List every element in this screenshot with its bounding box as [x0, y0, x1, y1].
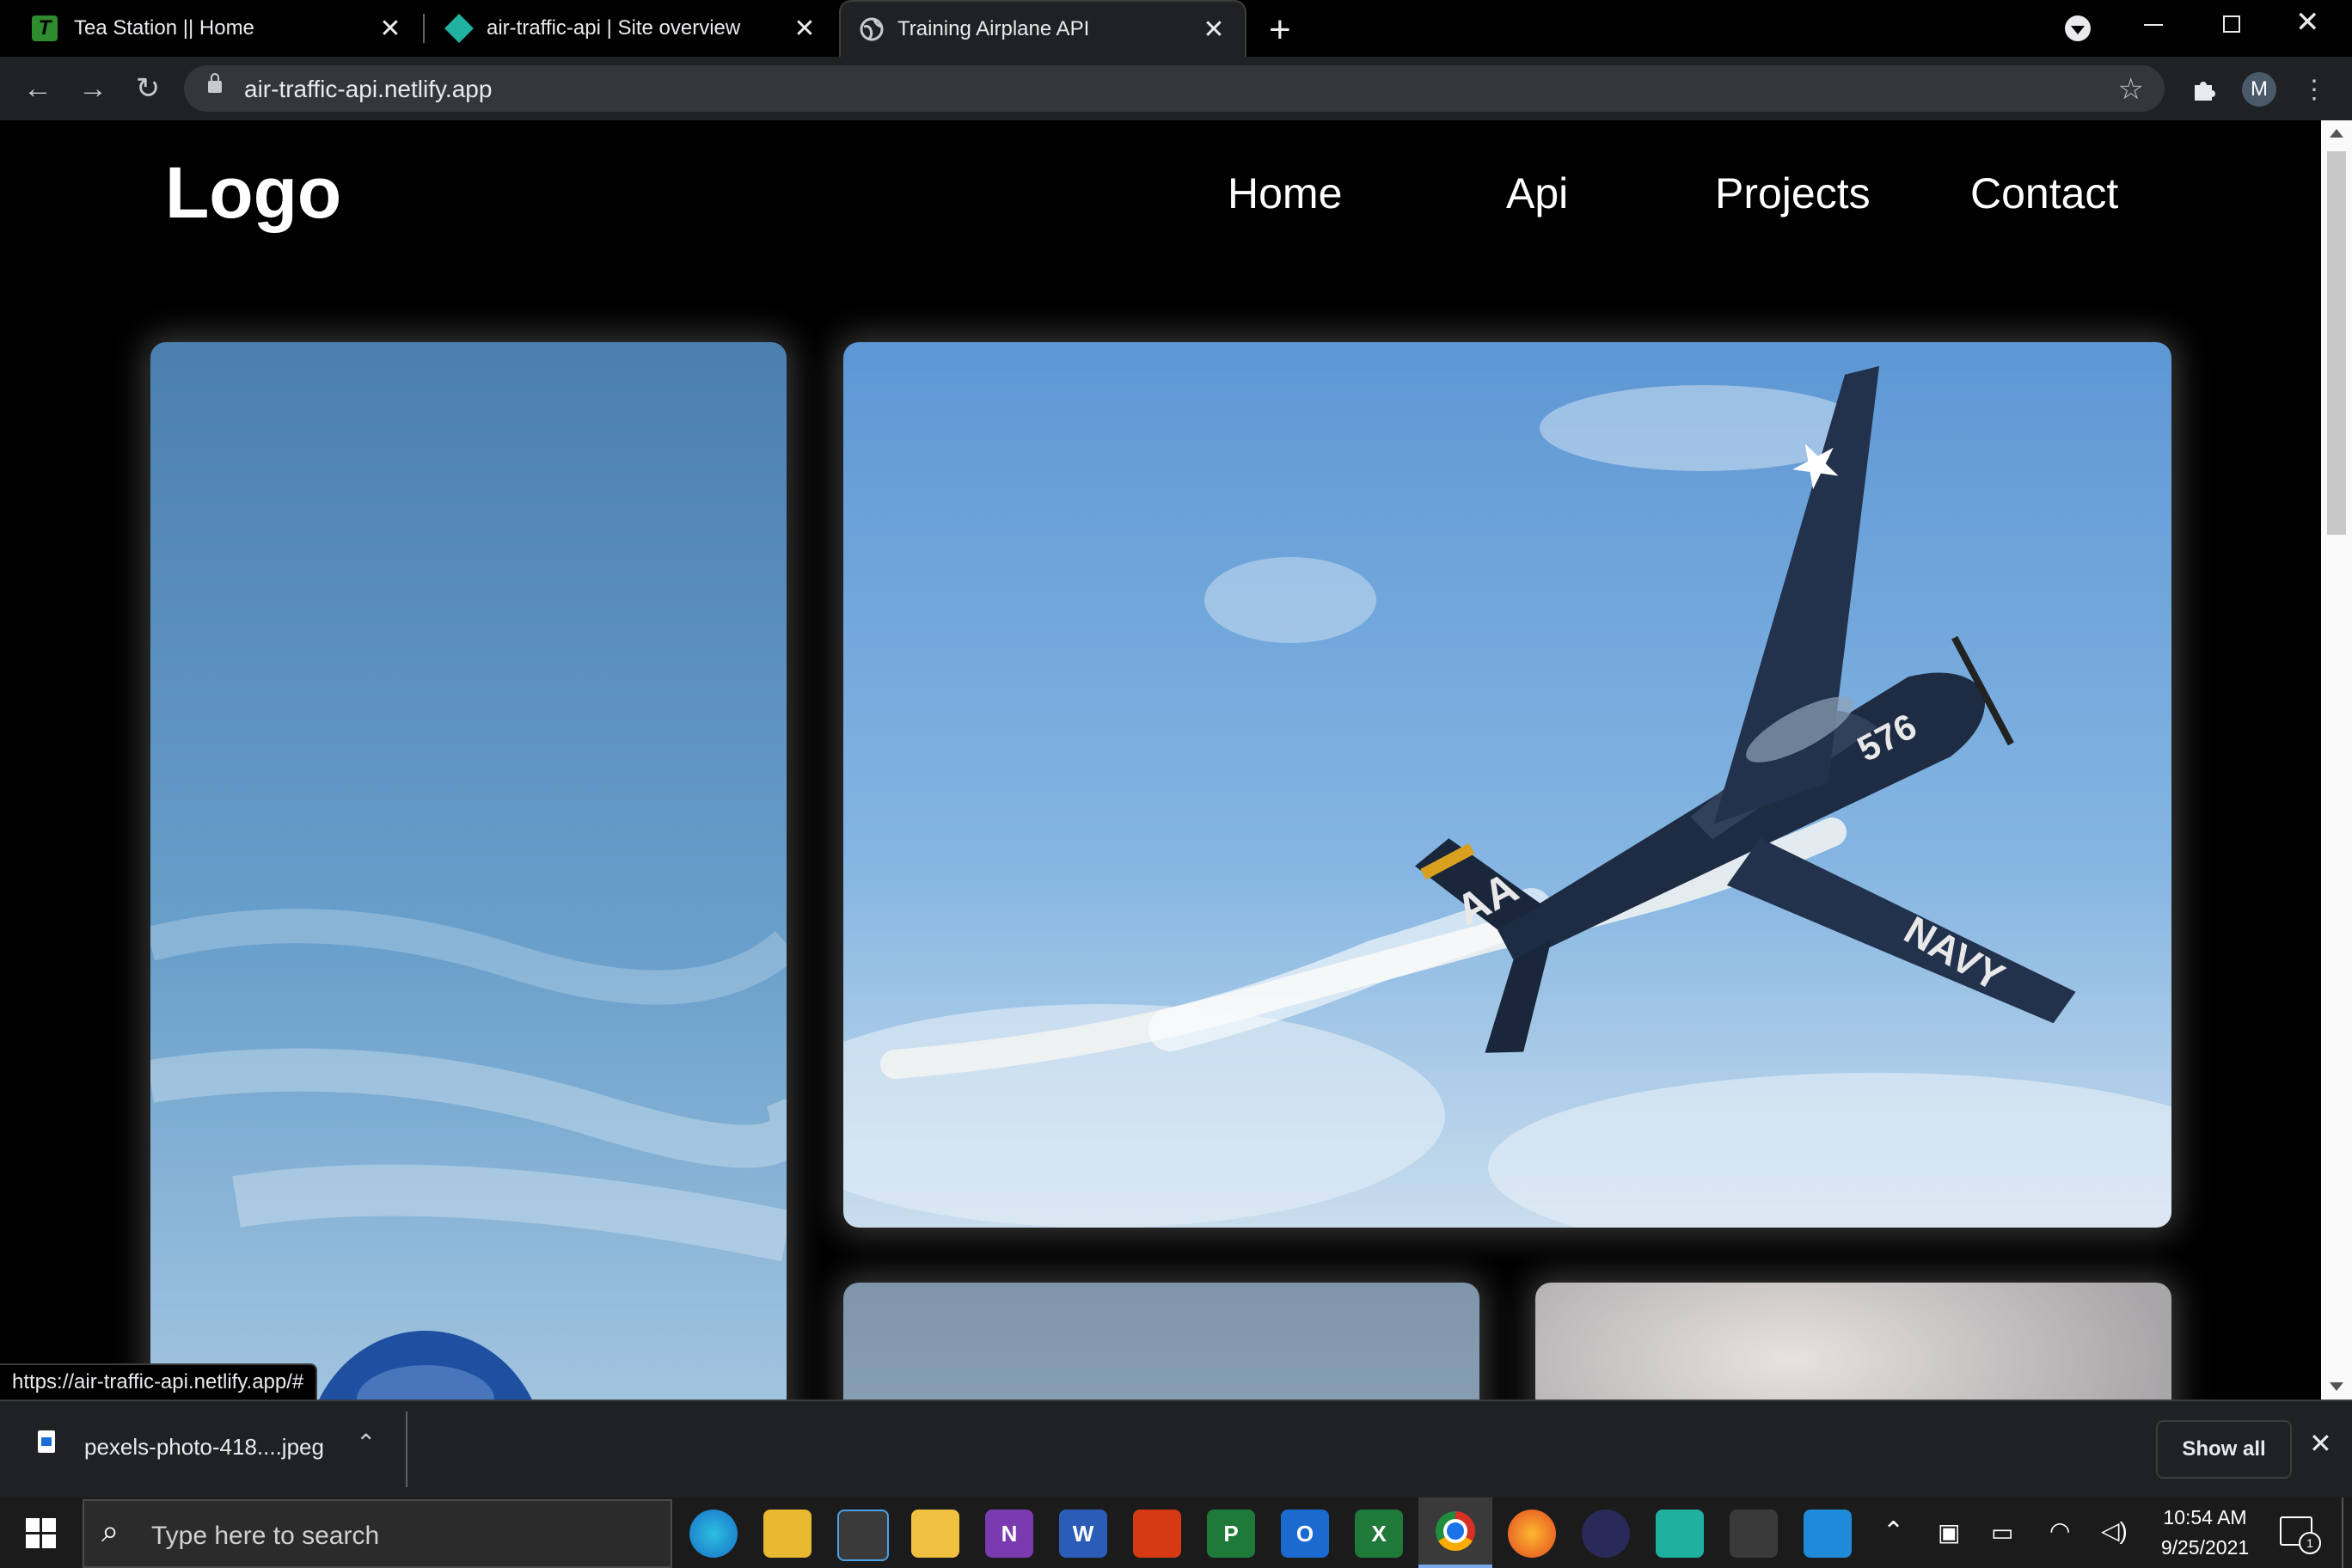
close-tab-icon[interactable]: ✕: [375, 14, 406, 44]
tab-title: Tea Station || Home: [74, 16, 254, 40]
battery-icon[interactable]: ▭: [1991, 1518, 2013, 1547]
browser-toolbar: ← → ↻ air-traffic-api.netlify.app ☆ M ⋮: [0, 57, 2352, 120]
store-icon[interactable]: [837, 1510, 889, 1561]
airplane-card-hero[interactable]: AA 576 NAVY ★: [843, 342, 2171, 1228]
airplane-photo-tall: [150, 342, 787, 1400]
restore-icon[interactable]: [2223, 15, 2240, 33]
page-viewport: Logo Home Api Projects Contact AA 576 NA…: [0, 120, 2321, 1400]
taskbar-search-box[interactable]: ⌕ Type here to search: [83, 1499, 672, 1568]
tab-search-icon[interactable]: [2065, 15, 2091, 41]
url-text: air-traffic-api.netlify.app: [244, 76, 493, 102]
windows-start-icon[interactable]: [26, 1518, 57, 1549]
onenote-icon[interactable]: N: [985, 1510, 1033, 1558]
reload-icon[interactable]: ↻: [127, 68, 168, 109]
downloads-bar: pexels-photo-418....jpeg ⌃ Show all ✕: [0, 1400, 2352, 1499]
globe-favicon: [858, 15, 885, 43]
close-downloads-icon[interactable]: ✕: [2309, 1427, 2332, 1460]
show-all-button[interactable]: Show all: [2156, 1420, 2292, 1479]
airplane-card-bottom-right[interactable]: [1535, 1283, 2171, 1400]
outlook-icon[interactable]: O: [1281, 1510, 1329, 1558]
tab-title: Training Airplane API: [897, 17, 1090, 40]
tab-strip: T Tea Station || Home ✕ air-traffic-api …: [0, 0, 2352, 57]
forward-icon[interactable]: →: [72, 68, 113, 109]
project-icon[interactable]: P: [1207, 1510, 1255, 1558]
chevron-up-icon[interactable]: ⌃: [356, 1429, 376, 1457]
bookmark-star-icon[interactable]: ☆: [2118, 72, 2144, 107]
firefox-icon[interactable]: [1508, 1510, 1556, 1558]
notification-count-badge: 1: [2299, 1532, 2321, 1554]
file-explorer-icon[interactable]: [763, 1510, 812, 1558]
address-bar[interactable]: air-traffic-api.netlify.app ☆: [184, 65, 2165, 112]
menu-kebab-icon[interactable]: ⋮: [2294, 69, 2335, 110]
scroll-up-icon[interactable]: [2330, 129, 2343, 138]
wifi-icon[interactable]: ◠: [2049, 1516, 2070, 1545]
office-icon[interactable]: [1133, 1510, 1181, 1558]
back-icon[interactable]: ←: [17, 68, 58, 109]
lock-icon: [208, 73, 222, 93]
search-icon: ⌕: [101, 1513, 119, 1548]
airplane-card-tall[interactable]: [150, 342, 787, 1400]
close-tab-icon[interactable]: ✕: [789, 14, 820, 44]
close-window-icon[interactable]: ✕: [2295, 5, 2320, 40]
clock[interactable]: 10:54 AM 9/25/2021: [2149, 1506, 2261, 1559]
download-file-name: pexels-photo-418....jpeg: [84, 1434, 324, 1460]
profile-avatar[interactable]: M: [2242, 72, 2276, 107]
tab-training-airplane-api[interactable]: Training Airplane API ✕: [839, 0, 1246, 57]
excel-icon[interactable]: X: [1355, 1510, 1403, 1558]
eclipse-icon[interactable]: [1582, 1510, 1630, 1558]
windows-taskbar: ⌕ Type here to search N W P O X ⌃ ▣ ▭ ◠ …: [0, 1498, 2352, 1568]
chrome-taskbar-button[interactable]: [1418, 1498, 1492, 1568]
snipping-tool-icon[interactable]: [1730, 1510, 1778, 1558]
sticky-notes-icon[interactable]: [911, 1510, 959, 1558]
clock-date: 9/25/2021: [2160, 1536, 2250, 1559]
scroll-down-icon[interactable]: [2330, 1382, 2343, 1391]
nav-contact-link[interactable]: Contact: [1970, 168, 2118, 218]
netlify-favicon: [444, 14, 474, 43]
airplane-card-bottom-left[interactable]: [843, 1283, 1479, 1400]
close-tab-icon[interactable]: ✕: [1198, 15, 1229, 45]
link-status-bubble: https://air-traffic-api.netlify.app/#: [0, 1363, 318, 1403]
show-desktop-button[interactable]: [2342, 1498, 2343, 1568]
page-scrollbar[interactable]: [2321, 120, 2352, 1400]
clock-time: 10:54 AM: [2163, 1506, 2247, 1528]
minimize-icon[interactable]: [2144, 24, 2163, 26]
nav-api-link[interactable]: Api: [1506, 168, 1568, 218]
divider: [406, 1412, 407, 1487]
word-icon[interactable]: W: [1059, 1510, 1107, 1558]
scrollbar-thumb[interactable]: [2327, 151, 2346, 535]
tea-station-favicon: T: [31, 15, 58, 42]
airplane-photo-hero: AA 576 NAVY ★: [843, 342, 2171, 1228]
new-tab-icon[interactable]: +: [1269, 9, 1291, 52]
airplane-photo-bottom-right: [1535, 1283, 2171, 1400]
site-logo[interactable]: Logo: [165, 151, 341, 235]
tab-tea-station[interactable]: T Tea Station || Home ✕: [0, 0, 421, 57]
edge-icon[interactable]: [689, 1510, 738, 1558]
tab-site-overview[interactable]: air-traffic-api | Site overview ✕: [425, 0, 836, 57]
search-placeholder: Type here to search: [151, 1522, 380, 1550]
vscode-icon[interactable]: [1804, 1510, 1852, 1558]
tab-title: air-traffic-api | Site overview: [487, 16, 741, 40]
file-image-icon: [38, 1430, 55, 1453]
sync-app-icon[interactable]: [1656, 1510, 1704, 1558]
download-item[interactable]: pexels-photo-418....jpeg ⌃: [0, 1401, 406, 1498]
airplane-photo-bottom-left: [843, 1283, 1479, 1400]
chrome-icon: [1436, 1511, 1475, 1551]
extensions-icon[interactable]: [2184, 69, 2225, 110]
notifications-icon[interactable]: 1: [2280, 1516, 2321, 1554]
volume-icon[interactable]: ◁): [2101, 1516, 2128, 1545]
show-hidden-icons-chevron[interactable]: ⌃: [1883, 1516, 1904, 1547]
nav-projects-link[interactable]: Projects: [1715, 168, 1871, 218]
nav-home-link[interactable]: Home: [1228, 168, 1342, 218]
security-icon[interactable]: ▣: [1938, 1518, 1960, 1547]
